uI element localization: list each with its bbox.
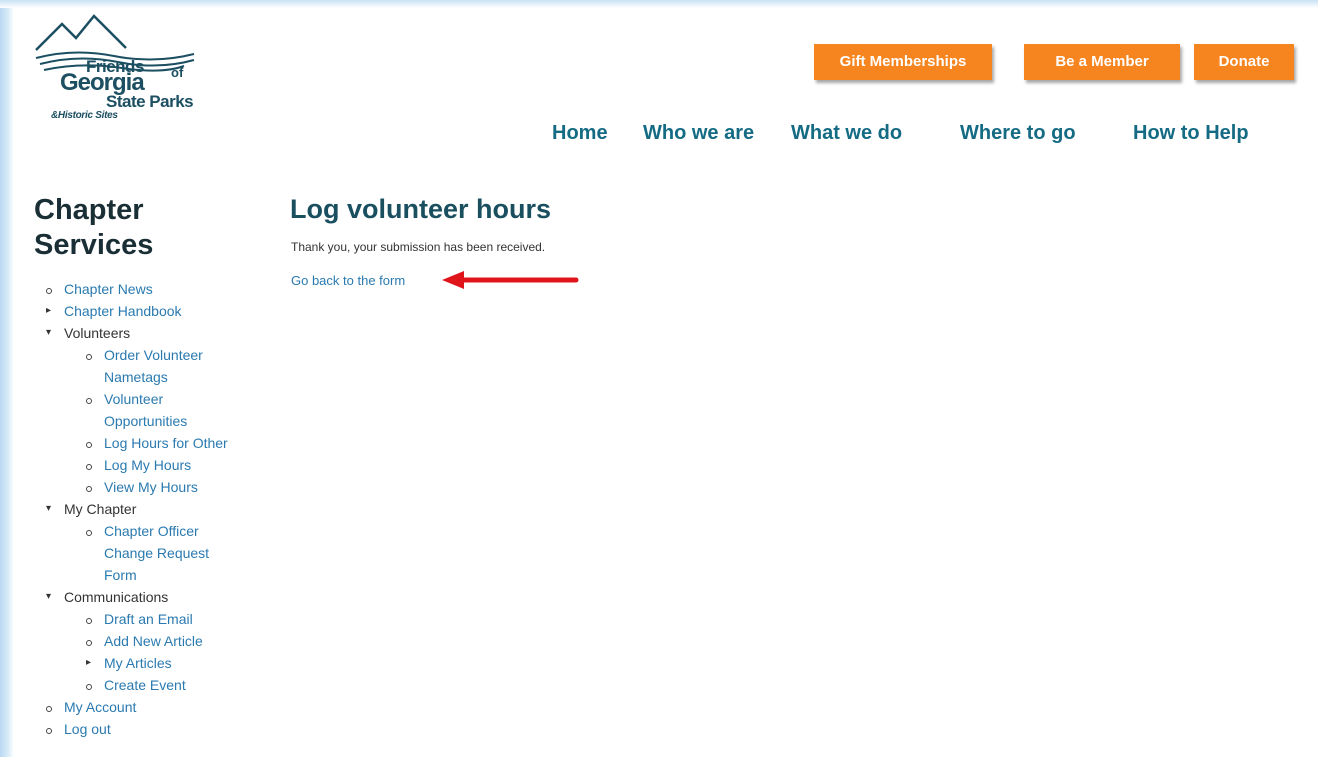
menu-item-log-my-hours[interactable]: Log My Hours (44, 454, 228, 476)
menu-item-label[interactable]: My Chapter (64, 501, 136, 517)
logo-state-parks-text: State Parks (106, 92, 194, 111)
bullet-icon (86, 354, 92, 360)
logo-historic-sites-text: &Historic Sites (51, 110, 118, 121)
sidebar-title: Chapter Services (34, 193, 153, 263)
menu-item-my-account[interactable]: My Account (44, 696, 228, 718)
menu-item-label[interactable]: View My Hours (104, 479, 198, 495)
bullet-icon (86, 464, 92, 470)
be-a-member-button[interactable]: Be a Member (1024, 44, 1180, 80)
menu-item-label[interactable]: My Articles (104, 655, 172, 671)
bullet-icon (86, 398, 92, 404)
menu-item-communications[interactable]: ▾ Communications (44, 586, 228, 608)
bullet-icon (86, 486, 92, 492)
menu-item-label[interactable]: Chapter Handbook (64, 303, 182, 319)
menu-item-label[interactable]: My Account (64, 699, 136, 715)
nav-where-to-go[interactable]: Where to go (960, 122, 1076, 145)
bullet-icon (86, 530, 92, 536)
menu-item-chapter-news[interactable]: Chapter News (44, 278, 228, 300)
gift-memberships-button[interactable]: Gift Memberships (814, 44, 992, 80)
donate-button[interactable]: Donate (1194, 44, 1294, 80)
menu-item-draft-email[interactable]: Draft an Email (44, 608, 228, 630)
menu-item-label[interactable]: Add New Article (104, 633, 203, 649)
menu-item-label[interactable]: Chapter Officer (104, 523, 199, 539)
bullet-icon (86, 442, 92, 448)
menu-item-label[interactable]: Log out (64, 721, 111, 737)
menu-item-label[interactable]: Form (104, 567, 137, 583)
nav-what-we-do[interactable]: What we do (791, 122, 902, 145)
menu-item-volunteers[interactable]: ▾ Volunteers (44, 322, 228, 344)
menu-item-officer-change-cont2[interactable]: Form (44, 564, 228, 586)
menu-item-officer-change[interactable]: Chapter Officer (44, 520, 228, 542)
menu-item-my-chapter[interactable]: ▾ My Chapter (44, 498, 228, 520)
menu-item-label[interactable]: Nametags (104, 369, 168, 385)
red-arrow-annotation-icon (442, 271, 579, 289)
bullet-icon (86, 618, 92, 624)
menu-item-label[interactable]: Opportunities (104, 413, 187, 429)
menu-item-view-my-hours[interactable]: View My Hours (44, 476, 228, 498)
bullet-icon (86, 640, 92, 646)
menu-item-add-article[interactable]: Add New Article (44, 630, 228, 652)
bullet-icon (46, 706, 52, 712)
menu-item-volunteer-opportunities[interactable]: Volunteer (44, 388, 228, 410)
page-top-strip (0, 0, 1318, 8)
menu-item-label[interactable]: Log Hours for Other (104, 435, 228, 451)
sidebar-title-line1: Chapter (34, 194, 144, 226)
menu-item-log-out[interactable]: Log out (44, 718, 228, 740)
bullet-icon (46, 288, 52, 294)
nav-who-we-are[interactable]: Who we are (643, 122, 754, 145)
bullet-icon (86, 684, 92, 690)
collapsed-arrow-icon[interactable]: ▸ (86, 652, 91, 674)
expanded-arrow-icon[interactable]: ▾ (46, 586, 51, 608)
site-logo[interactable]: Friends of Georgia State Parks &Historic… (34, 10, 204, 140)
page-title: Log volunteer hours (290, 194, 552, 224)
menu-item-create-event[interactable]: Create Event (44, 674, 228, 696)
chapter-services-menu: Chapter News ▸ Chapter Handbook ▾ Volunt… (44, 278, 228, 740)
nav-home[interactable]: Home (552, 122, 608, 145)
bullet-icon (46, 728, 52, 734)
submission-confirmation-message: Thank you, your submission has been rece… (291, 240, 546, 254)
nav-how-to-help[interactable]: How to Help (1133, 122, 1249, 145)
menu-item-label[interactable]: Order Volunteer (104, 347, 203, 363)
collapsed-arrow-icon[interactable]: ▸ (46, 300, 51, 322)
menu-item-label[interactable]: Volunteer (104, 391, 163, 407)
menu-item-label[interactable]: Draft an Email (104, 611, 193, 627)
expanded-arrow-icon[interactable]: ▾ (46, 498, 51, 520)
menu-item-officer-change-cont[interactable]: Change Request (44, 542, 228, 564)
logo-of-text: of (171, 65, 184, 80)
menu-item-label[interactable]: Communications (64, 589, 168, 605)
menu-item-chapter-handbook[interactable]: ▸ Chapter Handbook (44, 300, 228, 322)
menu-item-order-nametags[interactable]: Order Volunteer (44, 344, 228, 366)
menu-item-volunteer-opportunities-cont[interactable]: Opportunities (44, 410, 228, 432)
menu-item-order-nametags-cont[interactable]: Nametags (44, 366, 228, 388)
menu-item-label[interactable]: Log My Hours (104, 457, 191, 473)
expanded-arrow-icon[interactable]: ▾ (46, 322, 51, 344)
page: Friends of Georgia State Parks &Historic… (14, 8, 1314, 753)
go-back-to-form-link[interactable]: Go back to the form (291, 273, 405, 288)
menu-item-label[interactable]: Chapter News (64, 281, 153, 297)
menu-item-my-articles[interactable]: ▸ My Articles (44, 652, 228, 674)
menu-item-label[interactable]: Create Event (104, 677, 186, 693)
menu-item-label[interactable]: Volunteers (64, 325, 130, 341)
menu-item-label[interactable]: Change Request (104, 545, 209, 561)
menu-item-log-hours-other[interactable]: Log Hours for Other (44, 432, 228, 454)
sidebar-title-line2: Services (34, 229, 154, 261)
